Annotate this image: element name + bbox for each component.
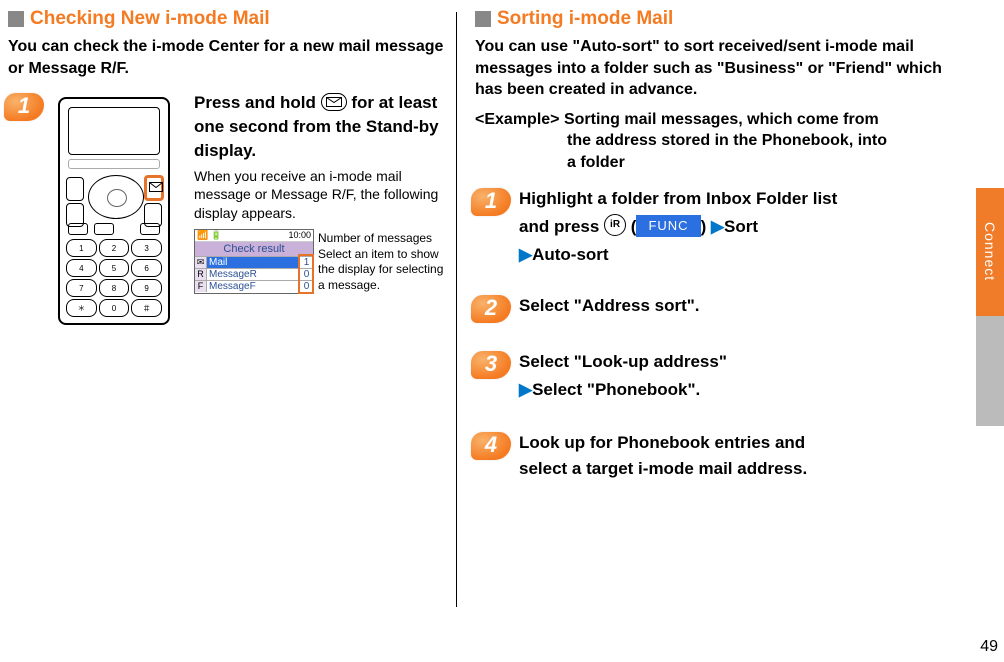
r1-line2a: and press xyxy=(519,217,604,236)
page-number: 49 xyxy=(980,638,998,656)
example-line3: a folder xyxy=(475,152,965,174)
cr-row-msgf-label: MessageF xyxy=(207,281,299,292)
title-marker-icon xyxy=(475,11,491,27)
r3-line2: Select "Phonebook". xyxy=(532,380,700,399)
msgf-icon: F xyxy=(195,281,207,292)
ir-icon-label: iR xyxy=(610,220,620,230)
ir-button-icon: iR xyxy=(604,214,626,236)
step-number: 1 xyxy=(471,184,511,214)
envelope-icon xyxy=(149,182,163,192)
right-step-4: 4 Look up for Phonebook entries and sele… xyxy=(475,430,965,483)
check-result-screen: 📶 🔋 10:00 Check result ✉ Mail 1 R xyxy=(194,229,314,293)
cr-row-msgr-label: MessageR xyxy=(207,269,299,280)
msgr-icon: R xyxy=(195,269,207,280)
example-heading: <Example> Sorting mail messages, which c… xyxy=(475,109,965,131)
step-number: 3 xyxy=(471,347,511,377)
status-time: 10:00 xyxy=(288,230,311,241)
r1-sort: Sort xyxy=(724,217,758,236)
key-1: 1 xyxy=(66,239,97,257)
cr-row-msgf: F MessageF 0 xyxy=(195,280,313,292)
check-result-block: 📶 🔋 10:00 Check result ✉ Mail 1 R xyxy=(194,229,444,293)
key-5: 5 xyxy=(99,259,130,277)
key-hash: ＃ xyxy=(131,299,162,317)
check-result-title: Check result xyxy=(195,242,313,256)
r3-line1: Select "Look-up address" xyxy=(519,349,965,375)
r2-line: Select "Address sort". xyxy=(519,293,965,319)
key-0: 0 xyxy=(99,299,130,317)
connect-tab: Connect xyxy=(976,188,1004,316)
left-intro: You can check the i-mode Center for a ne… xyxy=(8,36,444,79)
status-icons: 📶 🔋 xyxy=(197,230,222,241)
step-number-text: 1 xyxy=(4,93,44,119)
left-section-title: Checking New i-mode Mail xyxy=(8,8,444,30)
key-6: 6 xyxy=(131,259,162,277)
key-2: 2 xyxy=(99,239,130,257)
key-star: ＊ xyxy=(66,299,97,317)
left-step1-text: Press and hold for at least one second f… xyxy=(194,91,444,331)
key-4: 4 xyxy=(66,259,97,277)
key-8: 8 xyxy=(99,279,130,297)
r4-line1: Look up for Phonebook entries and xyxy=(519,430,965,456)
phone-illustration: 1 2 3 4 5 6 7 8 9 ＊ 0 ＃ xyxy=(44,91,184,331)
arrow-icon: ▶ xyxy=(519,380,532,399)
key-3: 3 xyxy=(131,239,162,257)
arrow-icon: ▶ xyxy=(711,217,724,236)
caption-b: Select an item to show the display for s… xyxy=(318,247,444,294)
r4-line2: select a target i-mode mail address. xyxy=(519,456,965,482)
right-title-text: Sorting i-mode Mail xyxy=(497,8,673,30)
step1-head-a: Press and hold xyxy=(194,93,321,112)
side-tab-area: Connect xyxy=(976,0,1004,662)
left-column: Checking New i-mode Mail You can check t… xyxy=(8,8,456,662)
key-9: 9 xyxy=(131,279,162,297)
right-step-1: 1 Highlight a folder from Inbox Folder l… xyxy=(475,186,965,269)
mail-icon: ✉ xyxy=(195,257,207,268)
cr-row-msgr-count: 0 xyxy=(299,269,313,280)
func-label: FUNC xyxy=(636,215,700,237)
cr-row-mail: ✉ Mail 1 xyxy=(195,256,313,268)
example-line2: the address stored in the Phonebook, int… xyxy=(475,130,965,152)
left-title-text: Checking New i-mode Mail xyxy=(30,8,270,30)
right-intro: You can use "Auto-sort" to sort received… xyxy=(475,36,965,101)
step1-subtext: When you receive an i-mode mail message … xyxy=(194,167,444,224)
page: Checking New i-mode Mail You can check t… xyxy=(0,0,1004,662)
step-number: 2 xyxy=(471,291,511,321)
gray-tab xyxy=(976,316,1004,426)
step-number: 4 xyxy=(471,428,511,458)
key-7: 7 xyxy=(66,279,97,297)
r1-autosort: Auto-sort xyxy=(532,245,608,264)
cr-row-msgr: R MessageR 0 xyxy=(195,268,313,280)
r1-parenr: ) xyxy=(701,217,707,236)
phone-keypad: 1 2 3 4 5 6 7 8 9 ＊ 0 ＃ xyxy=(66,239,162,317)
right-step-3: 3 Select "Look-up address" ▶Select "Phon… xyxy=(475,349,965,404)
envelope-button-icon xyxy=(321,93,347,111)
right-section-title: Sorting i-mode Mail xyxy=(475,8,965,30)
caption-a: Number of messages xyxy=(318,231,444,247)
cr-row-mail-count: 1 xyxy=(299,257,313,268)
left-step-1: 1 xyxy=(8,91,444,331)
right-column: Sorting i-mode Mail You can use "Auto-so… xyxy=(457,8,965,662)
right-step-2: 2 Select "Address sort". xyxy=(475,293,965,319)
arrow-icon: ▶ xyxy=(519,245,532,264)
cr-row-msgf-count: 0 xyxy=(299,281,313,292)
mail-key-highlight xyxy=(144,175,164,201)
step-number: 1 xyxy=(4,89,44,119)
title-marker-icon xyxy=(8,11,24,27)
cr-row-mail-label: Mail xyxy=(207,257,299,268)
r1-line1: Highlight a folder from Inbox Folder lis… xyxy=(519,186,965,212)
check-result-caption: Number of messages Select an item to sho… xyxy=(318,229,444,293)
